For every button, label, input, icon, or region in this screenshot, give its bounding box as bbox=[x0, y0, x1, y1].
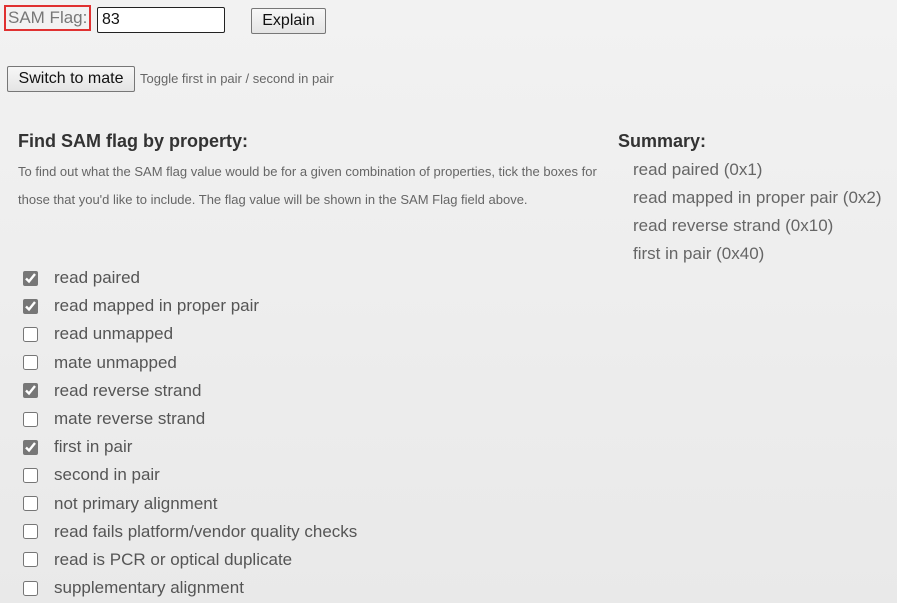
property-item[interactable]: mate unmapped bbox=[22, 349, 357, 377]
property-item[interactable]: read reverse strand bbox=[22, 377, 357, 405]
explain-button[interactable]: Explain bbox=[251, 8, 326, 34]
property-label: read mapped in proper pair bbox=[54, 296, 260, 316]
property-item[interactable]: read paired bbox=[22, 264, 357, 292]
property-checkbox[interactable] bbox=[23, 524, 38, 540]
property-checkbox[interactable] bbox=[23, 580, 38, 596]
property-label: read fails platform/vendor quality check… bbox=[54, 521, 358, 541]
find-section-description: To find out what the SAM flag value woul… bbox=[18, 164, 597, 207]
property-checkbox-list: read paired read mapped in proper pair r… bbox=[22, 264, 357, 602]
property-label: read unmapped bbox=[54, 324, 174, 344]
summary-item: read paired (0x1) bbox=[633, 160, 763, 179]
property-item[interactable]: read is PCR or optical duplicate bbox=[22, 546, 357, 574]
property-checkbox[interactable] bbox=[23, 383, 38, 399]
property-label: second in pair bbox=[54, 465, 160, 485]
property-label: supplementary alignment bbox=[54, 578, 244, 598]
property-checkbox[interactable] bbox=[23, 270, 38, 286]
property-item[interactable]: first in pair bbox=[22, 433, 357, 461]
summary-item: first in pair (0x40) bbox=[633, 244, 765, 263]
toggle-hint-text: Toggle first in pair / second in pair bbox=[140, 71, 334, 86]
property-item[interactable]: not primary alignment bbox=[22, 490, 357, 518]
property-label: mate reverse strand bbox=[54, 409, 206, 429]
property-checkbox[interactable] bbox=[23, 496, 38, 512]
property-checkbox[interactable] bbox=[23, 411, 38, 427]
property-checkbox[interactable] bbox=[23, 467, 38, 483]
switch-to-mate-button[interactable]: Switch to mate bbox=[7, 66, 135, 92]
property-checkbox[interactable] bbox=[23, 326, 38, 342]
summary-title: Summary: bbox=[618, 131, 707, 151]
property-item[interactable]: read fails platform/vendor quality check… bbox=[22, 518, 357, 546]
summary-item: read reverse strand (0x10) bbox=[633, 216, 834, 235]
sam-flag-label: SAM Flag: bbox=[4, 5, 92, 31]
find-section-title: Find SAM flag by property: bbox=[18, 131, 249, 151]
property-checkbox[interactable] bbox=[23, 355, 38, 371]
property-label: not primary alignment bbox=[54, 493, 218, 513]
property-checkbox[interactable] bbox=[23, 298, 38, 314]
summary-list: read paired (0x1) read mapped in proper … bbox=[633, 156, 882, 268]
property-checkbox[interactable] bbox=[23, 439, 38, 455]
property-label: read is PCR or optical duplicate bbox=[54, 549, 293, 569]
property-label: first in pair bbox=[54, 437, 133, 457]
property-item[interactable]: read mapped in proper pair bbox=[22, 292, 357, 320]
property-label: read paired bbox=[54, 268, 141, 288]
property-item[interactable]: supplementary alignment bbox=[22, 574, 357, 602]
property-checkbox[interactable] bbox=[23, 552, 38, 568]
property-item[interactable]: mate reverse strand bbox=[22, 405, 357, 433]
summary-item: read mapped in proper pair (0x2) bbox=[633, 188, 882, 207]
property-item[interactable]: read unmapped bbox=[22, 320, 357, 348]
sam-flag-input[interactable] bbox=[97, 7, 225, 33]
property-item[interactable]: second in pair bbox=[22, 461, 357, 489]
property-label: mate unmapped bbox=[54, 352, 177, 372]
property-label: read reverse strand bbox=[54, 380, 202, 400]
